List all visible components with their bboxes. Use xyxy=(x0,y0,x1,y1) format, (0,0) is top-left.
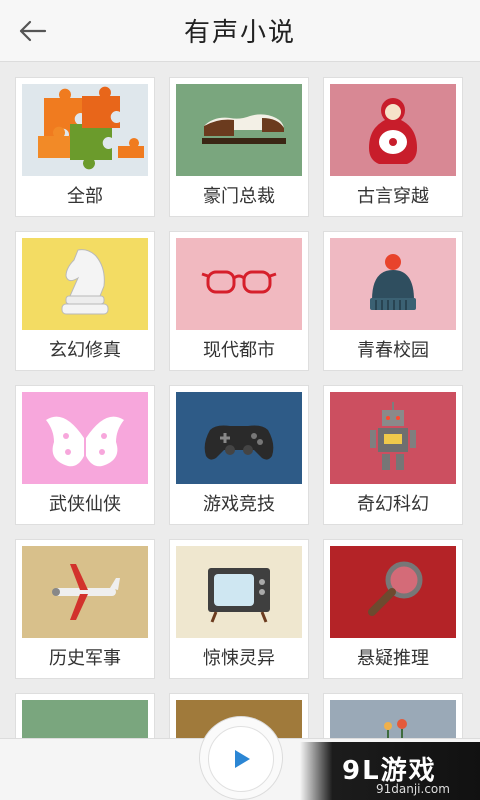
category-card-scifi[interactable]: 奇幻科幻 xyxy=(323,385,463,525)
glasses-icon xyxy=(201,270,277,294)
page-title: 有声小说 xyxy=(183,18,296,48)
play-button[interactable] xyxy=(208,726,274,792)
category-card-more-3[interactable] xyxy=(323,693,463,738)
category-label: 奇幻科幻 xyxy=(357,494,429,515)
tv-icon xyxy=(208,568,270,623)
category-card-horror[interactable]: 惊悚灵异 xyxy=(169,539,309,679)
category-thumb xyxy=(22,392,148,484)
category-label: 豪门总裁 xyxy=(203,186,275,207)
category-label: 现代都市 xyxy=(203,340,275,361)
category-card-ancient[interactable]: 古言穿越 xyxy=(323,77,463,217)
category-label: 青春校园 xyxy=(357,340,429,361)
category-label: 游戏竞技 xyxy=(203,494,275,515)
category-thumb xyxy=(22,700,148,738)
category-card-youth[interactable]: 青春校园 xyxy=(323,231,463,371)
category-thumb xyxy=(22,84,148,176)
airplane-icon xyxy=(52,564,120,620)
category-thumb xyxy=(330,84,456,176)
category-label: 古言穿越 xyxy=(357,186,429,207)
category-card-all[interactable]: 全部 xyxy=(15,77,155,217)
gamepad-icon xyxy=(204,425,274,460)
category-card-mystery[interactable]: 悬疑推理 xyxy=(323,539,463,679)
chess-knight-icon xyxy=(61,249,109,315)
category-thumb xyxy=(330,546,456,638)
watermark: 9L游戏 91danji.com xyxy=(300,742,480,800)
category-label: 武侠仙侠 xyxy=(49,494,121,515)
category-label: 玄幻修真 xyxy=(49,340,121,361)
puzzle-icon xyxy=(38,86,144,170)
category-thumb xyxy=(176,392,302,484)
category-card-gaming[interactable]: 游戏竞技 xyxy=(169,385,309,525)
beanie-hat-icon xyxy=(370,254,416,310)
watermark-sub: 91danji.com xyxy=(376,782,450,796)
category-thumb xyxy=(22,546,148,638)
play-icon xyxy=(235,750,250,768)
category-thumb xyxy=(330,238,456,330)
category-thumb xyxy=(330,700,456,738)
category-card-ceo[interactable]: 豪门总裁 xyxy=(169,77,309,217)
shoe-icon xyxy=(202,114,286,144)
category-card-urban[interactable]: 现代都市 xyxy=(169,231,309,371)
magnifier-icon xyxy=(368,561,423,616)
category-thumb xyxy=(176,546,302,638)
category-card-history[interactable]: 历史军事 xyxy=(15,539,155,679)
category-card-more-1[interactable] xyxy=(15,693,155,738)
category-card-fantasy[interactable]: 玄幻修真 xyxy=(15,231,155,371)
category-label: 全部 xyxy=(67,186,103,207)
top-bar: 有声小说 xyxy=(0,0,480,62)
category-thumb xyxy=(176,238,302,330)
category-thumb xyxy=(330,392,456,484)
category-card-wuxia[interactable]: 武侠仙侠 xyxy=(15,385,155,525)
category-label: 悬疑推理 xyxy=(357,648,429,669)
category-thumb xyxy=(22,238,148,330)
robot-icon xyxy=(370,402,416,470)
category-thumb xyxy=(176,84,302,176)
matryoshka-icon xyxy=(369,98,417,164)
category-label: 惊悚灵异 xyxy=(203,648,275,669)
category-label: 历史军事 xyxy=(49,648,121,669)
butterfly-icon xyxy=(46,416,124,467)
flowers-icon xyxy=(384,719,407,738)
category-grid: 全部 豪门总裁 古言穿越 玄幻修真 现代都市 青春校园 武侠仙侠 游戏竞技 奇幻… xyxy=(0,62,480,738)
